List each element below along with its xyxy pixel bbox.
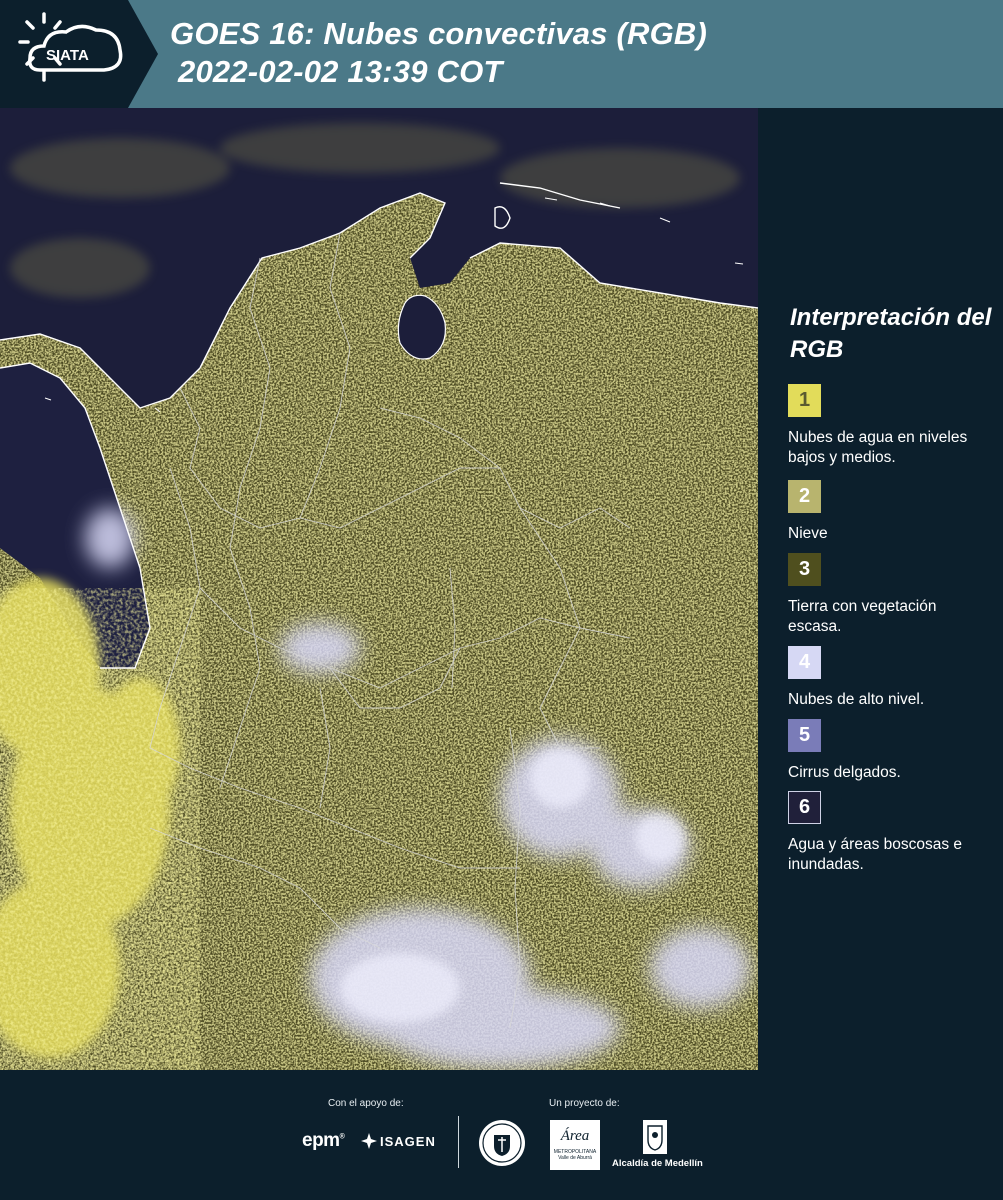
legend-item-1: 1 Nubes de agua en niveles bajos y medio… [788,384,988,468]
footer-divider [458,1116,459,1168]
legend-swatch: 1 [788,384,821,417]
legend-item-6: 6 Agua y áreas boscosas e inundadas. [788,791,988,875]
legend-swatch: 5 [788,719,821,752]
legend-label: Tierra con vegetación escasa. [788,598,937,635]
legend-swatch: 4 [788,646,821,679]
page-timestamp: 2022-02-02 13:39 COT [178,54,503,89]
support-label: Con el apoyo de: [328,1098,404,1109]
header-bar: SIATA GOES 16: Nubes convectivas (RGB) 2… [0,0,1003,108]
logo-text: SIATA [46,47,89,64]
legend-label: Nieve [788,525,828,542]
medellin-seal-icon [479,1120,525,1166]
legend-swatch: 6 [788,791,821,824]
isagen-icon [361,1133,377,1149]
legend-item-3: 3 Tierra con vegetación escasa. [788,553,988,637]
legend-panel: Interpretación del RGB 1 Nubes de agua e… [758,108,1003,1070]
legend-label: Cirrus delgados. [788,764,901,781]
legend-item-2: 2 Nieve [788,480,988,544]
alcaldia-shield-icon [643,1120,667,1154]
satellite-map [0,108,758,1070]
legend-item-5: 5 Cirrus delgados. [788,719,988,783]
legend-label: Nubes de agua en niveles bajos y medios. [788,429,968,466]
epm-logo: epm® [302,1130,345,1151]
legend-item-4: 4 Nubes de alto nivel. [788,646,988,710]
footer: Con el apoyo de: Un proyecto de: epm® IS… [0,1070,1003,1200]
siata-logo: SIATA [0,0,158,108]
legend-label: Agua y áreas boscosas e inundadas. [788,836,963,873]
alcaldia-label: Alcaldía de Medellín [612,1158,703,1169]
isagen-logo: ISAGEN [360,1132,436,1150]
legend-title: Interpretación del RGB [790,304,992,363]
project-label: Un proyecto de: [549,1098,620,1109]
legend-swatch: 2 [788,480,821,513]
legend-swatch: 3 [788,553,821,586]
legend-label: Nubes de alto nivel. [788,691,925,708]
page-title: GOES 16: Nubes convectivas (RGB) [170,16,708,51]
area-metropolitana-logo: Área METROPOLITANA Valle de Aburrá [550,1120,600,1170]
